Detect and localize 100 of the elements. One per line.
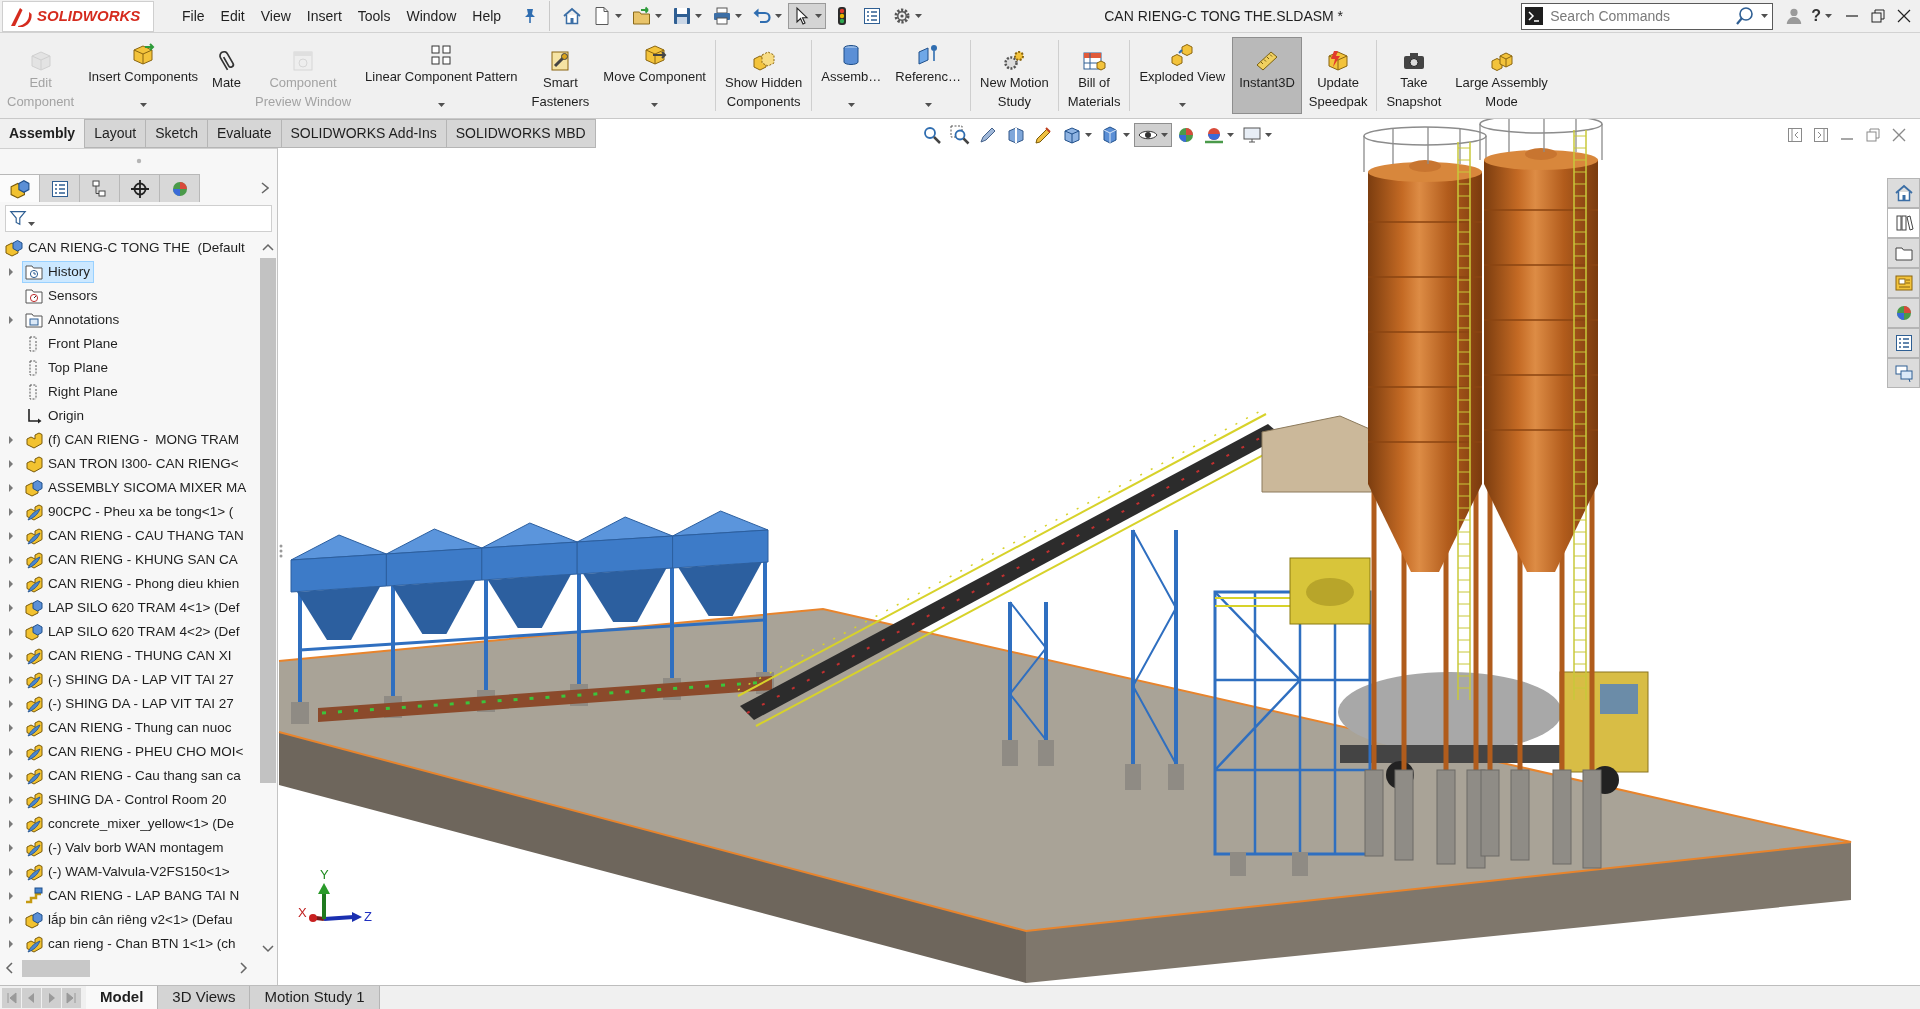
task-pane-tab[interactable] — [1887, 238, 1920, 268]
scroll-thumb[interactable] — [22, 959, 90, 977]
caret-icon[interactable] — [9, 700, 13, 708]
tree-item[interactable]: Annotations — [22, 309, 124, 331]
ribbon-button[interactable]: Show Hidden Components — [718, 37, 810, 114]
caret-icon[interactable] — [9, 460, 13, 468]
menu-item[interactable]: Edit — [212, 6, 253, 26]
tree-item[interactable]: (f) CAN RIENG - MONG TRAM — [22, 429, 243, 451]
tree-item[interactable]: 90CPC - Pheu xa be tong<1> ( — [22, 501, 238, 523]
tree-item[interactable]: Right Plane — [22, 381, 122, 403]
first-icon[interactable] — [2, 987, 21, 1008]
caret-icon[interactable] — [9, 580, 13, 588]
tree-item[interactable]: CAN RIENG - PHEU CHO MOI< — [22, 741, 248, 763]
caret-icon[interactable] — [9, 796, 13, 804]
caret-icon[interactable] — [9, 676, 13, 684]
caret-icon[interactable] — [9, 268, 13, 276]
ribbon-button[interactable]: Update Speedpak — [1301, 37, 1375, 114]
ribbon-button[interactable]: Assemb… — [814, 37, 889, 114]
ribbon-tab[interactable]: Evaluate — [208, 119, 282, 148]
caret-icon[interactable] — [9, 484, 13, 492]
caret-icon[interactable] — [9, 556, 13, 564]
caret-icon[interactable] — [9, 892, 13, 900]
panel-tab[interactable] — [0, 174, 40, 202]
tree-item[interactable]: CAN RIENG-C TONG THE (Default — [2, 237, 249, 259]
menu-item[interactable]: Insert — [298, 6, 350, 26]
ribbon-tab[interactable]: Layout — [85, 119, 147, 148]
ribbon-button[interactable]: Mate — [205, 37, 248, 114]
menu-item[interactable]: Help — [464, 6, 510, 26]
caret-icon[interactable] — [9, 940, 13, 948]
ribbon-button[interactable]: Take Snapshot — [1379, 37, 1449, 114]
ribbon-button[interactable]: Bill of Materials — [1060, 37, 1128, 114]
tree-item[interactable]: ASSEMBLY SICOMA MIXER MA — [22, 477, 251, 499]
tree-item[interactable]: (-) SHING DA - LAP VIT TAI 27 — [22, 669, 238, 691]
caret-icon[interactable] — [9, 508, 13, 516]
tree-item[interactable]: CAN RIENG - THUNG CAN XI — [22, 645, 236, 667]
chevron-right-icon[interactable] — [261, 182, 269, 194]
tree-item[interactable]: concrete_mixer_yellow<1> (De — [22, 813, 239, 835]
ribbon-button[interactable]: Referenc… — [888, 37, 969, 114]
caret-icon[interactable] — [9, 532, 13, 540]
task-pane-tab[interactable] — [1887, 328, 1920, 358]
help-button[interactable]: ? — [1811, 4, 1832, 28]
caret-icon[interactable] — [9, 604, 13, 612]
restore-icon[interactable] — [1868, 6, 1888, 26]
ribbon-button[interactable]: Insert Components — [81, 37, 206, 114]
select-button[interactable] — [788, 3, 827, 29]
ribbon-tab[interactable]: SOLIDWORKS MBD — [446, 119, 596, 148]
caret-icon[interactable] — [9, 628, 13, 636]
caret-icon[interactable] — [9, 772, 13, 780]
tile-left-icon[interactable] — [1786, 126, 1804, 144]
ribbon-tab[interactable]: Sketch — [146, 119, 208, 148]
tree-item[interactable]: CAN RIENG - CAU THANG TAN — [22, 525, 248, 547]
tree-item[interactable]: LAP SILO 620 TRAM 4<2> (Def — [22, 621, 244, 643]
ribbon-button[interactable]: Move Component — [596, 37, 713, 114]
grip-icon[interactable] — [279, 544, 283, 558]
pin-icon[interactable] — [523, 8, 538, 24]
bottom-tab[interactable]: Motion Study 1 — [250, 986, 380, 1009]
tile-right-icon[interactable] — [1812, 126, 1830, 144]
search-input[interactable]: Search Commands — [1550, 3, 1730, 29]
menu-item[interactable]: Tools — [349, 6, 399, 26]
ribbon-button[interactable]: Instant3D — [1232, 37, 1302, 114]
task-pane-tab[interactable] — [1887, 358, 1920, 388]
caret-icon[interactable] — [9, 844, 13, 852]
tree-item[interactable]: Front Plane — [22, 333, 122, 355]
next-icon[interactable] — [42, 987, 61, 1008]
scroll-thumb[interactable] — [260, 258, 276, 783]
task-pane-tab[interactable] — [1887, 178, 1920, 208]
menu-item[interactable]: View — [252, 6, 299, 26]
bottom-tab[interactable]: Model — [86, 986, 159, 1009]
bottom-tab[interactable]: 3D Views — [158, 986, 251, 1009]
user-icon[interactable] — [1785, 6, 1804, 26]
panel-tab[interactable] — [40, 174, 80, 202]
task-pane-tab[interactable] — [1887, 208, 1920, 238]
tree-item[interactable]: (-) WAM-Valvula-V2FS150<1> — [22, 861, 234, 883]
caret-icon[interactable] — [9, 820, 13, 828]
tree-item[interactable]: CAN RIENG - Phong dieu khien — [22, 573, 244, 595]
caret-icon[interactable] — [9, 724, 13, 732]
ribbon-button[interactable]: New Motion Study — [973, 37, 1056, 114]
tree-item[interactable]: (-) SHING DA - LAP VIT TAI 27 — [22, 693, 238, 715]
tree-item[interactable]: CAN RIENG - LAP BANG TAI N — [22, 885, 244, 907]
filter-field[interactable] — [5, 204, 272, 232]
caret-icon[interactable] — [9, 868, 13, 876]
caret-icon[interactable] — [9, 316, 13, 324]
ribbon-button[interactable]: Large Assembly Mode — [1448, 37, 1555, 114]
tree-item[interactable]: LAP SILO 620 TRAM 4<1> (Def — [22, 597, 244, 619]
tree-item[interactable]: History — [22, 261, 94, 283]
menu-item[interactable]: File — [174, 6, 213, 26]
grip-icon[interactable] — [135, 157, 142, 164]
previous-icon[interactable] — [22, 987, 41, 1008]
caret-icon[interactable] — [9, 748, 13, 756]
tree-item[interactable]: lắp bin cân riêng v2<1> (Defau — [22, 909, 237, 931]
ribbon-button[interactable]: Smart Fasteners — [524, 37, 597, 114]
panel-tab[interactable] — [120, 174, 160, 202]
tree-item[interactable]: (-) Valv borb WAN montagem — [22, 837, 228, 859]
last-icon[interactable] — [62, 987, 81, 1008]
tree-item[interactable]: Sensors — [22, 285, 102, 307]
search-icon[interactable] — [1735, 6, 1756, 26]
tree-item[interactable]: CAN RIENG - Cau thang san ca — [22, 765, 245, 787]
caret-icon[interactable] — [9, 436, 13, 444]
tree-item[interactable]: SHING DA - Control Room 20 — [22, 789, 231, 811]
ribbon-button[interactable]: Linear Component Pattern — [358, 37, 525, 114]
